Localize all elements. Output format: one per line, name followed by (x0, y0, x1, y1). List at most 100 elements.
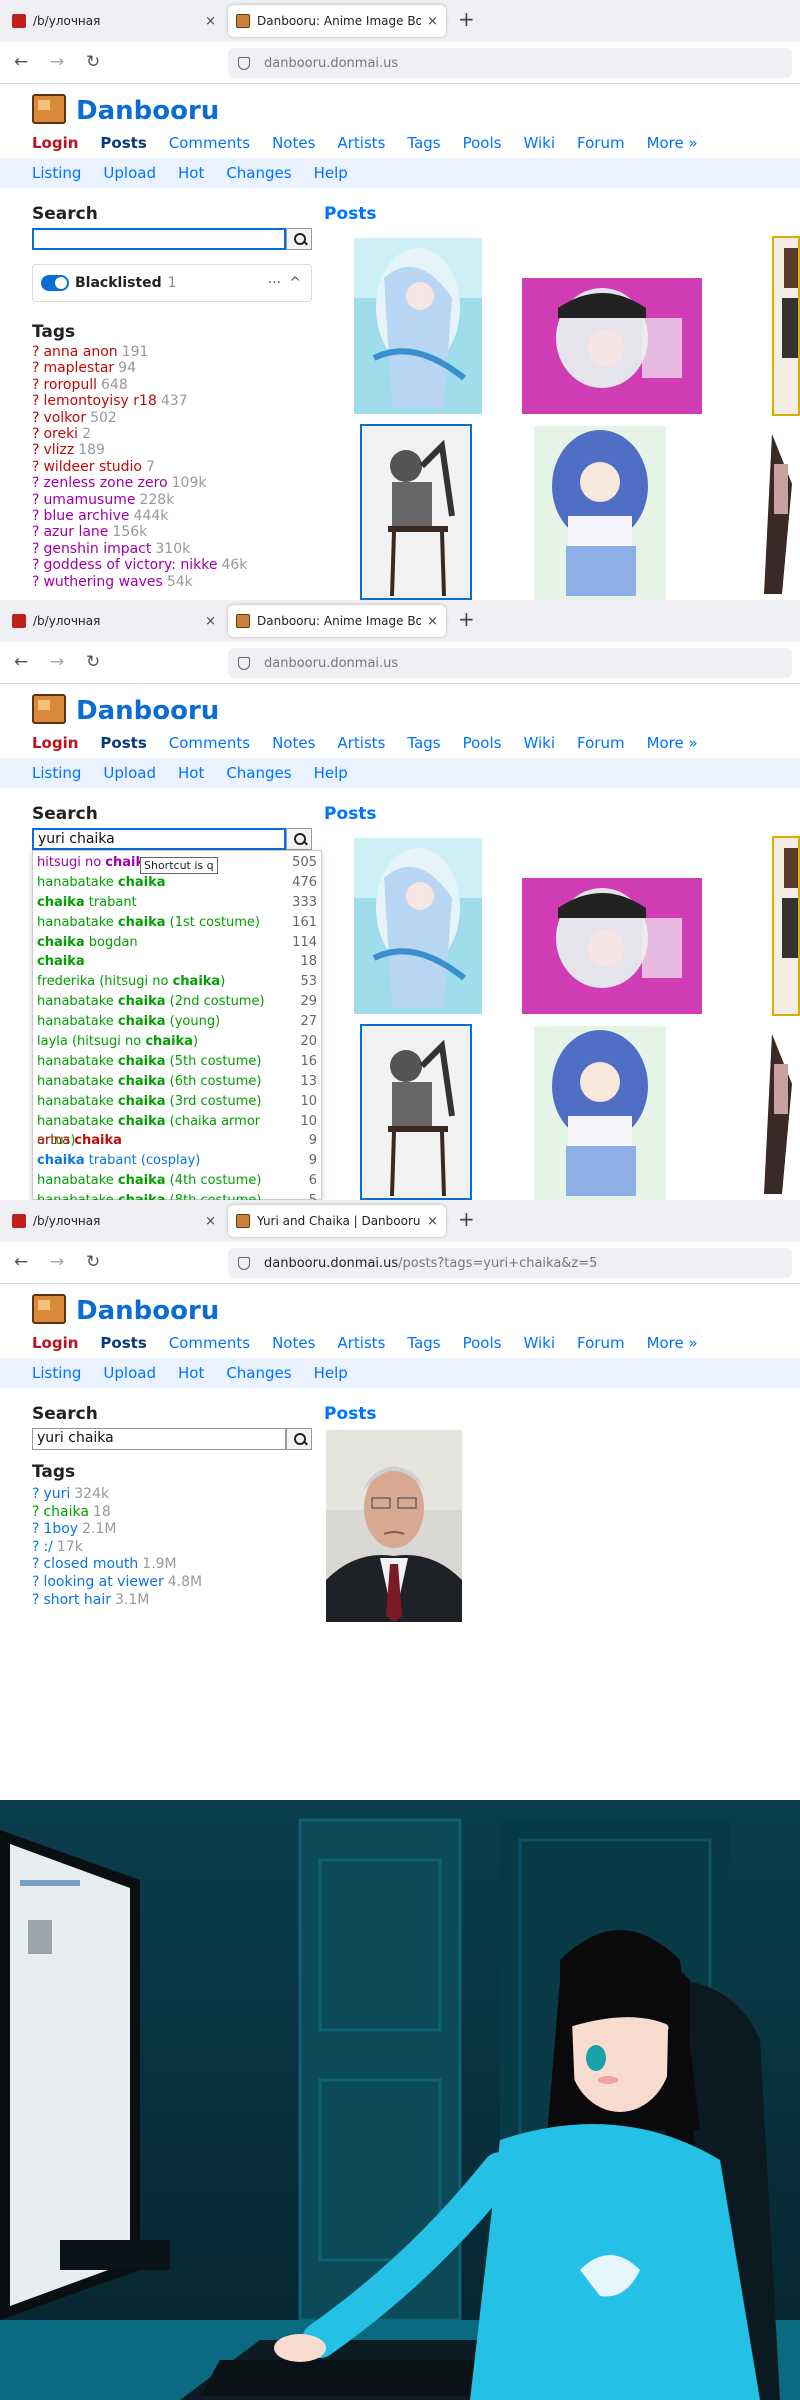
nav-notes[interactable]: Notes (272, 1334, 315, 1352)
tag-wiki-link[interactable]: ? (32, 426, 39, 442)
post-thumbnail[interactable] (522, 878, 702, 1014)
more-options-icon[interactable]: ··· (268, 275, 281, 291)
post-thumbnail[interactable] (354, 238, 482, 414)
tag-link[interactable]: anna anon (43, 344, 117, 360)
tag-link[interactable]: wildeer studio (43, 459, 142, 475)
nav-artists[interactable]: Artists (337, 1334, 385, 1352)
subnav-listing[interactable]: Listing (32, 164, 81, 182)
autocomplete-item[interactable]: chaika trabant 333 (33, 893, 321, 913)
subnav-help[interactable]: Help (314, 764, 348, 782)
tag-link[interactable]: zenless zone zero (43, 475, 167, 491)
subnav-hot[interactable]: Hot (178, 164, 204, 182)
tag-link[interactable]: chaika (43, 1504, 88, 1520)
nav-artists[interactable]: Artists (337, 134, 385, 152)
new-tab-icon[interactable]: + (458, 609, 475, 629)
nav-pools[interactable]: Pools (463, 1334, 502, 1352)
tag-link[interactable]: lemontoyisy r18 (43, 393, 156, 409)
autocomplete-item[interactable]: hanabatake chaika (3rd costume) 10 (33, 1092, 321, 1112)
post-thumbnail[interactable] (326, 1430, 462, 1622)
back-icon[interactable]: ← (14, 1253, 28, 1271)
tag-wiki-link[interactable]: ? (32, 344, 39, 360)
subnav-upload[interactable]: Upload (103, 164, 156, 182)
tag-link[interactable]: genshin impact (43, 541, 151, 557)
tag-wiki-link[interactable]: ? (32, 459, 39, 475)
autocomplete-item[interactable]: hanabatake chaika (4th costume) 6 (33, 1171, 321, 1191)
nav-more[interactable]: More » (647, 134, 698, 152)
nav-comments[interactable]: Comments (169, 1334, 250, 1352)
nav-comments[interactable]: Comments (169, 134, 250, 152)
search-button[interactable] (286, 1428, 312, 1450)
tag-link[interactable]: goddess of victory: nikke (43, 557, 217, 573)
tag-link[interactable]: oreki (43, 426, 78, 442)
search-button[interactable] (286, 228, 312, 250)
tag-wiki-link[interactable]: ? (32, 1539, 39, 1555)
nav-posts[interactable]: Posts (100, 1334, 146, 1352)
post-thumbnail[interactable] (522, 278, 702, 414)
tab-b-ulochnaya[interactable]: /b/улочная × (4, 5, 224, 37)
search-input[interactable]: yuri chaika (32, 828, 286, 850)
nav-artists[interactable]: Artists (337, 734, 385, 752)
nav-pools[interactable]: Pools (463, 734, 502, 752)
autocomplete-item[interactable]: hanabatake chaika (young) 27 (33, 1012, 321, 1032)
tab-close-icon[interactable]: × (427, 14, 438, 29)
subnav-changes[interactable]: Changes (226, 1364, 291, 1382)
nav-forum[interactable]: Forum (577, 734, 625, 752)
tab-close-icon[interactable]: × (205, 14, 216, 29)
tag-link[interactable]: :/ (43, 1539, 52, 1555)
tab-danbooru-home[interactable]: Danbooru: Anime Image Board × (228, 605, 446, 637)
autocomplete-item[interactable]: hanabatake chaika (1st costume) 161 (33, 913, 321, 933)
tag-wiki-link[interactable]: ? (32, 393, 39, 409)
tag-wiki-link[interactable]: ? (32, 541, 39, 557)
autocomplete-item[interactable]: hanabatake chaika (8th costume) 5 (33, 1191, 321, 1200)
tag-link[interactable]: short hair (43, 1592, 111, 1608)
subnav-hot[interactable]: Hot (178, 1364, 204, 1382)
tag-wiki-link[interactable]: ? (32, 1486, 39, 1502)
tab-close-icon[interactable]: × (427, 1214, 438, 1229)
site-brand[interactable]: Danbooru (76, 1296, 219, 1326)
posts-heading[interactable]: Posts (324, 204, 377, 224)
post-thumbnail[interactable] (752, 424, 800, 600)
post-thumbnail[interactable] (534, 1026, 666, 1200)
tag-wiki-link[interactable]: ? (32, 475, 39, 491)
tag-link[interactable]: 1boy (43, 1521, 78, 1537)
subnav-upload[interactable]: Upload (103, 764, 156, 782)
tag-wiki-link[interactable]: ? (32, 1521, 39, 1537)
nav-pools[interactable]: Pools (463, 134, 502, 152)
chevron-up-icon[interactable]: ^ (289, 275, 301, 291)
autocomplete-item[interactable]: chaika trabant (cosplay) 9 (33, 1151, 321, 1171)
tag-wiki-link[interactable]: ? (32, 1592, 39, 1608)
nav-tags[interactable]: Tags (407, 134, 440, 152)
tag-link[interactable]: vlizz (43, 442, 74, 458)
forward-icon[interactable]: → (50, 653, 64, 671)
search-input[interactable]: yuri chaika (32, 1428, 286, 1450)
post-thumbnail[interactable] (772, 836, 800, 1016)
tag-link[interactable]: umamusume (43, 492, 135, 508)
new-tab-icon[interactable]: + (458, 9, 475, 29)
search-button[interactable] (286, 828, 312, 850)
tag-link[interactable]: maplestar (43, 360, 114, 376)
blacklist-toggle[interactable] (41, 275, 69, 291)
reload-icon[interactable]: ↻ (86, 1253, 100, 1271)
danbooru-logo-icon[interactable] (32, 94, 66, 124)
nav-notes[interactable]: Notes (272, 734, 315, 752)
back-icon[interactable]: ← (14, 53, 28, 71)
autocomplete-item[interactable]: frederika (hitsugi no chaika) 53 (33, 972, 321, 992)
nav-tags[interactable]: Tags (407, 734, 440, 752)
subnav-help[interactable]: Help (314, 164, 348, 182)
tag-link[interactable]: roropull (43, 377, 97, 393)
reload-icon[interactable]: ↻ (86, 53, 100, 71)
autocomplete-item[interactable]: hanabatake chaika (2nd costume) 29 (33, 992, 321, 1012)
url-bar[interactable]: danbooru.donmai.us (228, 48, 792, 78)
tag-wiki-link[interactable]: ? (32, 524, 39, 540)
subnav-listing[interactable]: Listing (32, 764, 81, 782)
nav-login[interactable]: Login (32, 134, 78, 152)
reload-icon[interactable]: ↻ (86, 653, 100, 671)
tag-wiki-link[interactable]: ? (32, 508, 39, 524)
url-bar[interactable]: danbooru.donmai.us /posts?tags=yuri+chai… (228, 1248, 792, 1278)
tag-wiki-link[interactable]: ? (32, 1574, 39, 1590)
nav-login[interactable]: Login (32, 734, 78, 752)
forward-icon[interactable]: → (50, 1253, 64, 1271)
tag-wiki-link[interactable]: ? (32, 492, 39, 508)
post-thumbnail[interactable] (772, 236, 800, 416)
autocomplete-item[interactable]: layla (hitsugi no chaika) 20 (33, 1032, 321, 1052)
